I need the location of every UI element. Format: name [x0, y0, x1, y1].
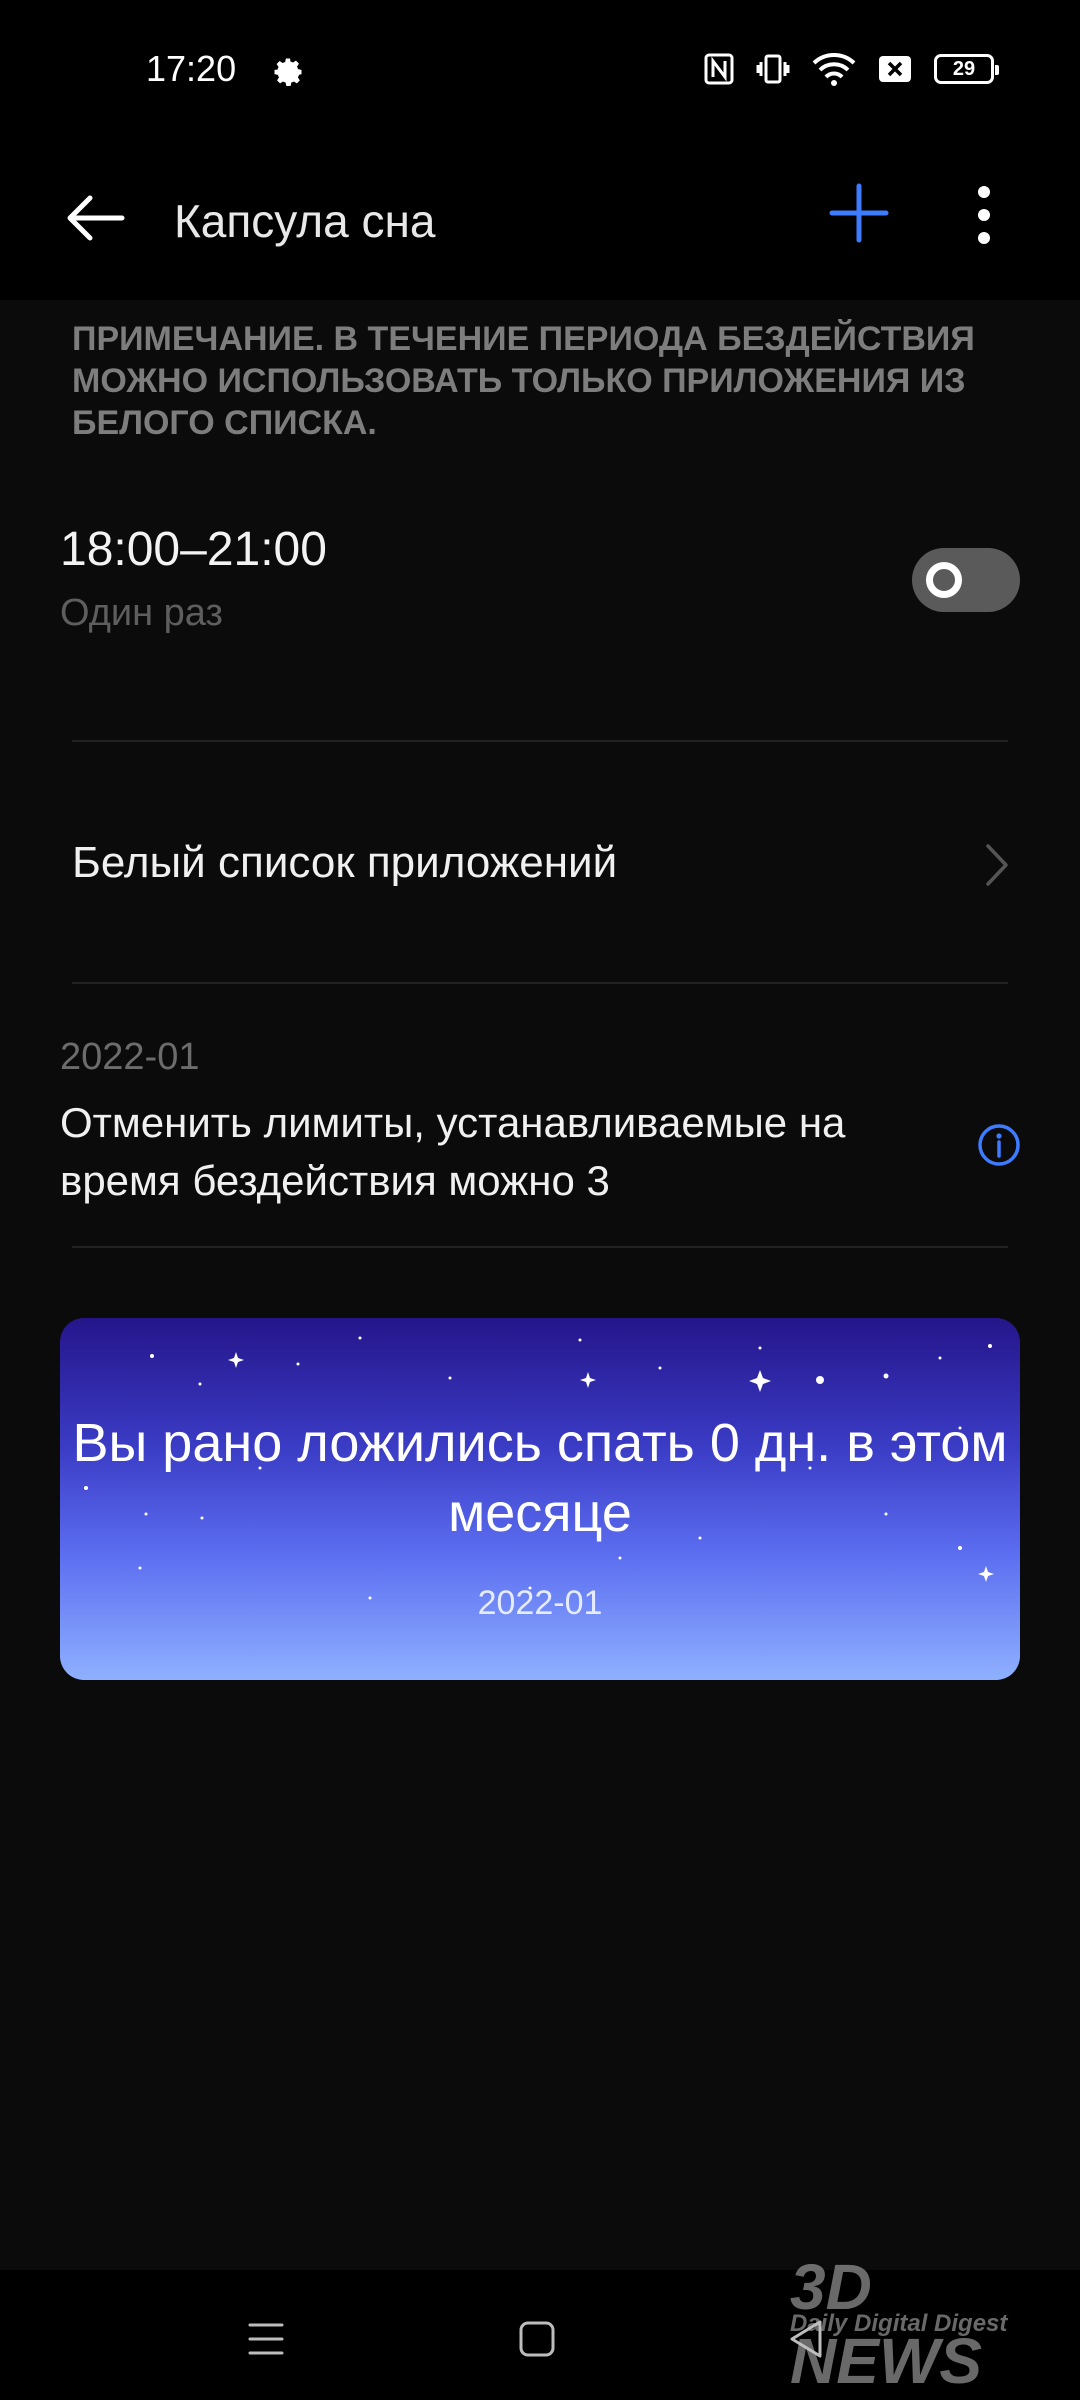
limits-text: Отменить лимиты, устанавливаемые на врем… — [60, 1099, 846, 1204]
monthly-stats-text: Вы рано ложились спать 0 дн. в этом меся… — [72, 1413, 1008, 1543]
whitelist-row[interactable]: Белый список приложений — [0, 770, 1080, 960]
status-time: 17:20 — [146, 48, 237, 89]
plus-icon[interactable] — [826, 180, 892, 246]
divider — [72, 740, 1008, 742]
home-square-icon[interactable] — [518, 2320, 556, 2358]
status-icons: 29 — [704, 52, 999, 86]
menu-icon[interactable] — [246, 2320, 286, 2358]
monthly-stats-card[interactable]: Вы рано ложились спать 0 дн. в этом меся… — [60, 1318, 1020, 1680]
battery-icon: 29 — [934, 54, 999, 84]
schedule-toggle[interactable] — [912, 548, 1020, 612]
schedule-time: 18:00–21:00 — [60, 523, 327, 576]
whitelist-note: ПРИМЕЧАНИЕ. В ТЕЧЕНИЕ ПЕРИОДА БЕЗДЕЙСТВИ… — [72, 320, 975, 442]
watermark-tagline: Daily Digital Digest — [790, 2310, 1008, 2337]
battery-level: 29 — [952, 57, 976, 80]
divider — [72, 1246, 1008, 1248]
gear-icon — [274, 58, 302, 86]
sim-off-icon — [879, 56, 911, 82]
chevron-right-icon — [986, 844, 1008, 886]
nfc-icon — [704, 53, 734, 85]
monthly-stats-date: 2022-01 — [477, 1584, 603, 1622]
status-bar: 17:20 29 — [0, 0, 1080, 140]
info-icon[interactable] — [976, 1122, 1022, 1168]
schedule-repeat: Один раз — [60, 592, 223, 634]
arrow-left-icon[interactable] — [60, 188, 130, 248]
wifi-icon — [812, 53, 856, 86]
limits-date: 2022-01 — [60, 1036, 200, 1078]
watermark-logo: 3D NEWS Daily Digital Digest — [790, 2250, 1040, 2397]
toggle-knob — [926, 562, 962, 598]
page-title: Капсула сна — [174, 195, 436, 247]
divider — [72, 982, 1008, 984]
vibrate-icon — [756, 54, 790, 84]
app-bar: Капсула сна — [0, 140, 1080, 300]
whitelist-label: Белый список приложений — [72, 838, 618, 887]
more-vertical-icon[interactable] — [960, 180, 1008, 250]
